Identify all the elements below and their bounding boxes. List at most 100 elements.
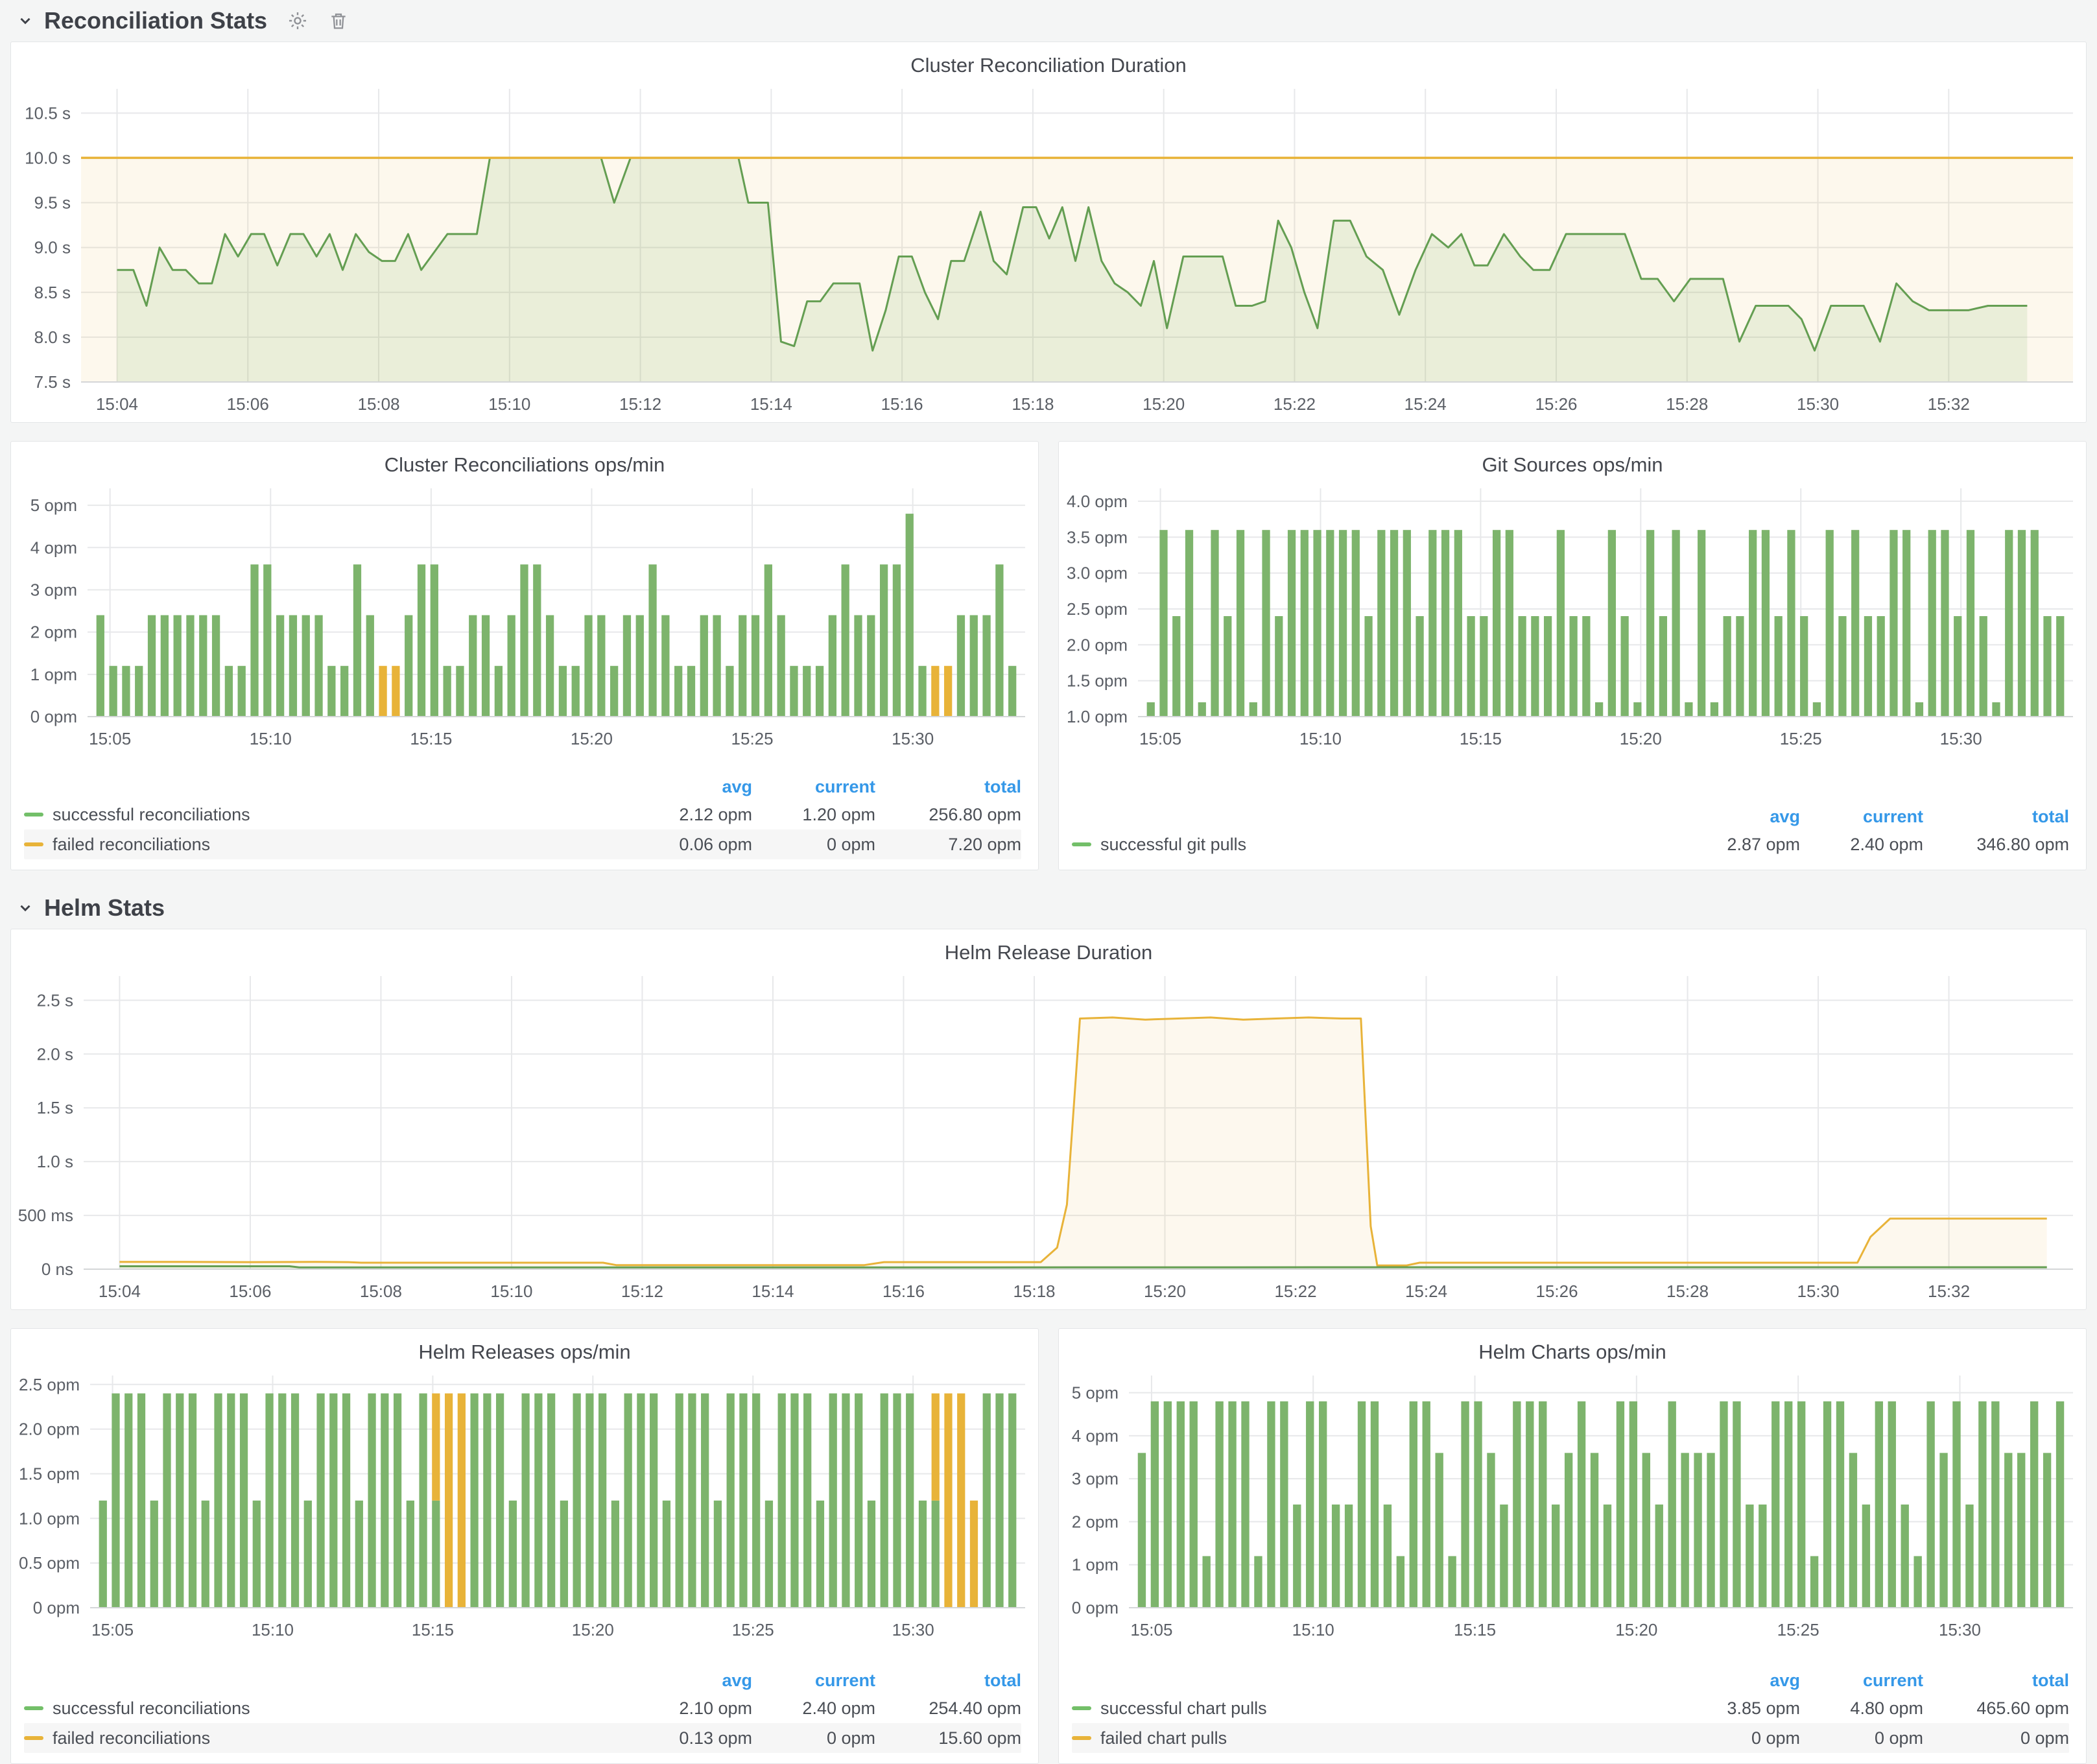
helm-releases-opm-plot[interactable]: 15:0515:1015:1515:2015:2515:300 opm0.5 o…: [11, 1368, 1038, 1644]
legend: avgcurrenttotalsuccessful chart pulls3.8…: [1059, 1663, 2086, 1763]
legend-value: 256.80 opm: [875, 805, 1021, 825]
axis-labels: 15:0415:0615:0815:1015:1215:1415:1615:18…: [18, 990, 1970, 1301]
svg-text:15:08: 15:08: [360, 1281, 402, 1301]
helm-release-duration-plot[interactable]: 15:0415:0615:0815:1015:1215:1415:1615:18…: [11, 968, 2086, 1305]
svg-text:15:10: 15:10: [1299, 729, 1342, 748]
svg-text:15:20: 15:20: [572, 1620, 614, 1639]
legend-sort-current[interactable]: current: [1800, 1671, 1923, 1691]
helm-charts-opm-plot[interactable]: 15:0515:1015:1515:2015:2515:300 opm1 opm…: [1059, 1368, 2086, 1644]
svg-text:2.5 opm: 2.5 opm: [1067, 599, 1128, 619]
panel-title[interactable]: Helm Release Duration: [11, 929, 2086, 968]
trash-icon[interactable]: [328, 10, 349, 31]
legend-sort-total[interactable]: total: [875, 1671, 1021, 1691]
bars: [99, 1394, 1017, 1608]
svg-text:15:20: 15:20: [1615, 1620, 1657, 1639]
legend-value: 4.80 opm: [1800, 1698, 1923, 1719]
chevron-down-icon[interactable]: [17, 900, 34, 916]
svg-text:1 opm: 1 opm: [1072, 1555, 1119, 1575]
legend-value: 0.13 opm: [635, 1728, 752, 1748]
svg-text:500 ms: 500 ms: [18, 1206, 73, 1225]
upgrade duration-area: [119, 1018, 2046, 1269]
legend-sort-avg[interactable]: avg: [1683, 1671, 1800, 1691]
legend-row: failed chart pulls0 opm0 opm0 opm: [1072, 1723, 2069, 1753]
section-title[interactable]: Helm Stats: [44, 894, 165, 922]
legend-header-row: avgcurrenttotal: [1072, 804, 2069, 829]
svg-text:15:16: 15:16: [881, 394, 923, 414]
legend-series-label[interactable]: failed reconciliations: [53, 835, 210, 855]
svg-text:15:15: 15:15: [1454, 1620, 1496, 1639]
panel-title[interactable]: Git Sources ops/min: [1059, 442, 2086, 481]
panel-cluster-reconciliation-duration: Cluster Reconciliation Duration 15:0415:…: [10, 42, 2087, 423]
legend-sort-avg[interactable]: avg: [635, 777, 752, 797]
svg-text:15:30: 15:30: [892, 1620, 934, 1639]
legend-value: 2.40 opm: [1800, 835, 1923, 855]
legend-sort-avg[interactable]: avg: [1683, 807, 1800, 827]
panel-title[interactable]: Helm Releases ops/min: [11, 1329, 1038, 1368]
chevron-down-icon[interactable]: [17, 12, 34, 29]
legend-value: 15.60 opm: [875, 1728, 1021, 1748]
legend-series-label[interactable]: successful reconciliations: [53, 805, 250, 825]
series-color-dash-icon: [24, 842, 43, 846]
svg-text:15:30: 15:30: [1797, 1281, 1840, 1301]
svg-text:0.5 opm: 0.5 opm: [19, 1553, 80, 1573]
legend-series-label[interactable]: successful reconciliations: [53, 1698, 250, 1719]
svg-text:15:24: 15:24: [1405, 1281, 1447, 1301]
panel-title[interactable]: Cluster Reconciliations ops/min: [11, 442, 1038, 481]
svg-text:0 opm: 0 opm: [30, 707, 77, 726]
bars: [97, 514, 1017, 717]
legend-sort-current[interactable]: current: [1800, 807, 1923, 827]
svg-text:15:22: 15:22: [1274, 394, 1316, 414]
svg-text:15:22: 15:22: [1274, 1281, 1316, 1301]
svg-text:0 ns: 0 ns: [41, 1259, 73, 1279]
legend-series-label[interactable]: successful git pulls: [1100, 835, 1246, 855]
svg-text:15:14: 15:14: [752, 1281, 794, 1301]
svg-text:4 opm: 4 opm: [30, 538, 77, 557]
legend-value: 0 opm: [752, 1728, 875, 1748]
legend-row: successful reconciliations2.10 opm2.40 o…: [24, 1693, 1021, 1723]
svg-text:15:20: 15:20: [1143, 394, 1185, 414]
svg-text:10.0 s: 10.0 s: [25, 148, 71, 167]
legend-row: failed reconciliations 0.13 opm0 opm15.60…: [24, 1723, 1021, 1753]
svg-text:2.0 s: 2.0 s: [37, 1044, 73, 1064]
legend-sort-avg[interactable]: avg: [635, 1671, 752, 1691]
svg-text:2 opm: 2 opm: [1072, 1512, 1119, 1531]
legend-series-label[interactable]: failed chart pulls: [1100, 1728, 1227, 1748]
legend-series-label[interactable]: failed reconciliations: [53, 1728, 210, 1748]
legend-sort-total[interactable]: total: [1923, 1671, 2069, 1691]
legend-series-label[interactable]: successful chart pulls: [1100, 1698, 1267, 1719]
panel-title[interactable]: Cluster Reconciliation Duration: [11, 42, 2086, 81]
legend-value: 2.40 opm: [752, 1698, 875, 1719]
svg-text:15:30: 15:30: [1940, 729, 1982, 748]
section-title[interactable]: Reconciliation Stats: [44, 7, 267, 34]
svg-text:15:14: 15:14: [750, 394, 792, 414]
legend-sort-current[interactable]: current: [752, 777, 875, 797]
panel-git-sources-opm: Git Sources ops/min 15:0515:1015:1515:20…: [1058, 441, 2087, 870]
section-header-helm-stats: Helm Stats: [0, 887, 2097, 929]
svg-text:8.0 s: 8.0 s: [34, 328, 71, 347]
panel-cluster-reconciliations-opm: Cluster Reconciliations ops/min 15:0515:…: [10, 441, 1039, 870]
gear-icon[interactable]: [287, 10, 309, 32]
svg-text:1.0 opm: 1.0 opm: [1067, 707, 1128, 726]
panel-title[interactable]: Helm Charts ops/min: [1059, 1329, 2086, 1368]
svg-text:0 opm: 0 opm: [33, 1598, 80, 1617]
svg-text:15:10: 15:10: [1292, 1620, 1334, 1639]
legend-sort-total[interactable]: total: [875, 777, 1021, 797]
svg-text:15:30: 15:30: [892, 729, 934, 748]
svg-text:15:15: 15:15: [410, 729, 452, 748]
svg-text:1.5 s: 1.5 s: [37, 1098, 73, 1117]
git-sources-opm-plot[interactable]: 15:0515:1015:1515:2015:2515:301.0 opm1.5…: [1059, 481, 2086, 753]
legend-sort-current[interactable]: current: [752, 1671, 875, 1691]
svg-text:15:08: 15:08: [357, 394, 399, 414]
cluster-reconciliations-opm-plot[interactable]: 15:0515:1015:1515:2015:2515:300 opm1 opm…: [11, 481, 1038, 753]
cluster-reconciliation-duration-plot[interactable]: 15:0415:0615:0815:1015:1215:1415:1615:18…: [11, 81, 2086, 418]
panel-helm-release-duration: Helm Release Duration 15:0415:0615:0815:…: [10, 929, 2087, 1310]
svg-text:15:10: 15:10: [250, 729, 292, 748]
svg-text:15:25: 15:25: [1777, 1620, 1819, 1639]
svg-text:3.0 opm: 3.0 opm: [1067, 564, 1128, 583]
legend-header-row: avgcurrenttotal: [24, 1667, 1021, 1693]
panel-helm-releases-opm: Helm Releases ops/min 15:0515:1015:1515:…: [10, 1328, 1039, 1764]
svg-text:7.5 s: 7.5 s: [34, 372, 71, 392]
legend-sort-total[interactable]: total: [1923, 807, 2069, 827]
legend-value: 0 opm: [1683, 1728, 1800, 1748]
svg-text:15:30: 15:30: [1939, 1620, 1981, 1639]
